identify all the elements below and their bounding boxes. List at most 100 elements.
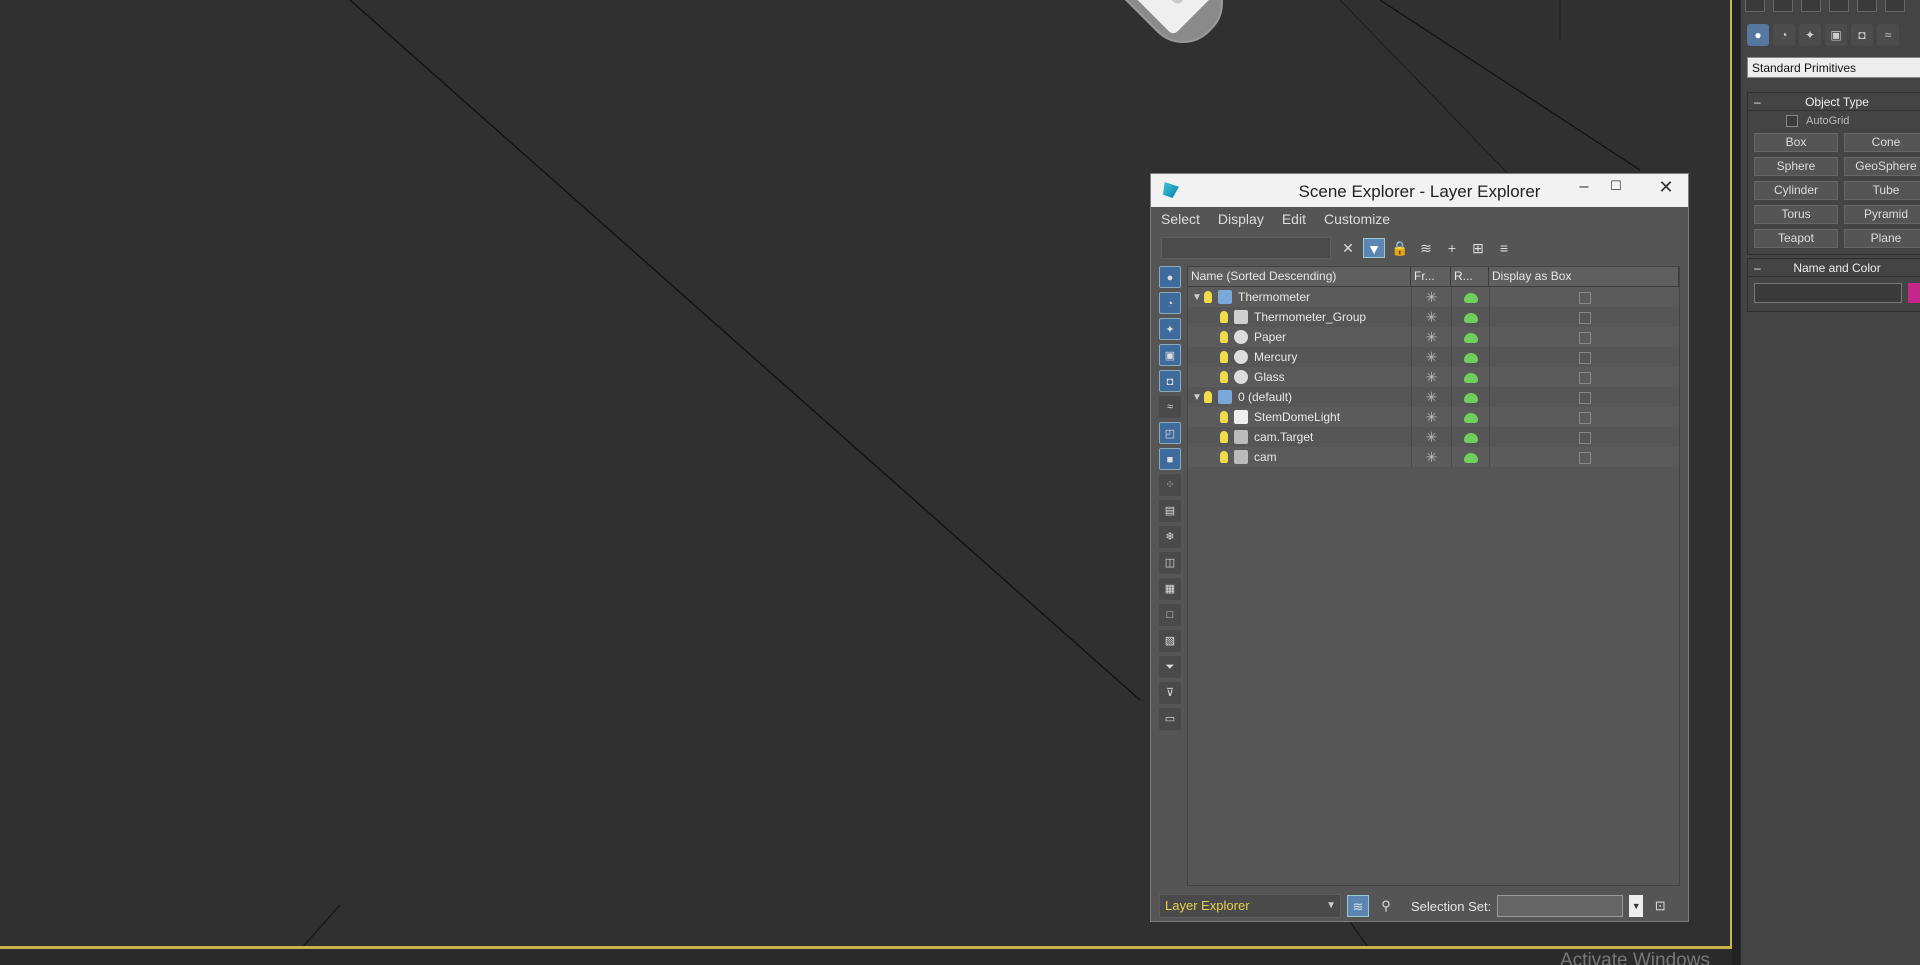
primitive-type-dropdown[interactable]: Standard Primitives bbox=[1747, 57, 1920, 78]
title-bar[interactable]: Scene Explorer - Layer Explorer – ☐ ✕ bbox=[1151, 174, 1688, 207]
display-as-box-icon[interactable] bbox=[1578, 411, 1591, 424]
make-active-layer-icon[interactable]: ⊞ bbox=[1467, 238, 1489, 258]
menu-select[interactable]: Select bbox=[1161, 211, 1200, 227]
freeze-toggle-icon[interactable]: ✳ bbox=[1426, 409, 1438, 425]
hierarchy-tab-icon[interactable] bbox=[1801, 0, 1821, 12]
primitive-button-sphere[interactable]: Sphere bbox=[1754, 157, 1838, 176]
display-as-box-icon[interactable] bbox=[1578, 291, 1591, 304]
tree-row[interactable]: cam.Target ✳ bbox=[1188, 427, 1679, 447]
explorer-mode-dropdown[interactable]: Layer Explorer ▼ bbox=[1159, 894, 1341, 918]
expand-toggle-icon[interactable]: ▼ bbox=[1192, 392, 1204, 403]
display-containers-icon[interactable]: ▤ bbox=[1159, 500, 1181, 522]
renderable-teapot-icon[interactable] bbox=[1463, 312, 1478, 323]
display-as-box-icon[interactable] bbox=[1578, 451, 1591, 464]
freeze-toggle-icon[interactable]: ✳ bbox=[1426, 289, 1438, 305]
object-color-swatch[interactable] bbox=[1908, 283, 1920, 303]
tree-row[interactable]: Mercury ✳ bbox=[1188, 347, 1679, 367]
minimize-button[interactable]: – bbox=[1574, 178, 1594, 196]
hide-toggle-bulb-icon[interactable] bbox=[1220, 451, 1228, 463]
hide-toggle-bulb-icon[interactable] bbox=[1204, 291, 1212, 303]
shapes-icon[interactable]: ◔ bbox=[1773, 24, 1795, 46]
display-groups-icon[interactable]: ◰ bbox=[1159, 422, 1181, 444]
display-hidden-icon[interactable]: ◫ bbox=[1159, 552, 1181, 574]
display-as-box-icon[interactable] bbox=[1578, 331, 1591, 344]
menu-edit[interactable]: Edit bbox=[1282, 211, 1306, 227]
freeze-toggle-icon[interactable]: ✳ bbox=[1426, 329, 1438, 345]
geometry-icon[interactable]: ● bbox=[1747, 24, 1769, 46]
hide-toggle-bulb-icon[interactable] bbox=[1220, 351, 1228, 363]
sort-by-layer-icon[interactable]: ≋ bbox=[1347, 895, 1369, 917]
freeze-toggle-icon[interactable]: ✳ bbox=[1426, 309, 1438, 325]
primitive-button-cylinder[interactable]: Cylinder bbox=[1754, 181, 1838, 200]
tree-row[interactable]: ▼ 0 (default) ✳ bbox=[1188, 387, 1679, 407]
column-frozen[interactable]: Fr... bbox=[1411, 267, 1451, 286]
utilities-tab-icon[interactable] bbox=[1885, 0, 1905, 12]
modify-tab-icon[interactable] bbox=[1773, 0, 1793, 12]
display-as-box-icon[interactable] bbox=[1578, 391, 1591, 404]
add-to-layer-icon[interactable]: + bbox=[1441, 238, 1463, 258]
primitive-button-torus[interactable]: Torus bbox=[1754, 205, 1838, 224]
display-as-box-icon[interactable] bbox=[1578, 431, 1591, 444]
hide-toggle-bulb-icon[interactable] bbox=[1220, 331, 1228, 343]
selection-set-dropdown-arrow[interactable]: ▼ bbox=[1629, 895, 1644, 917]
renderable-teapot-icon[interactable] bbox=[1463, 452, 1478, 463]
select-all-icon[interactable]: ▦ bbox=[1159, 578, 1181, 600]
name-color-header[interactable]: – Name and Color bbox=[1748, 259, 1920, 277]
close-button[interactable]: ✕ bbox=[1644, 174, 1688, 200]
column-display-as-box[interactable]: Display as Box bbox=[1489, 267, 1679, 286]
select-none-icon[interactable]: □ bbox=[1159, 604, 1181, 626]
selection-set-input[interactable] bbox=[1497, 895, 1624, 917]
create-tab-icon[interactable] bbox=[1745, 0, 1765, 12]
select-invert-icon[interactable]: ▧ bbox=[1159, 630, 1181, 652]
hide-toggle-bulb-icon[interactable] bbox=[1220, 371, 1228, 383]
primitive-button-cone[interactable]: Cone bbox=[1844, 133, 1920, 152]
renderable-teapot-icon[interactable] bbox=[1463, 392, 1478, 403]
display-as-box-icon[interactable] bbox=[1578, 351, 1591, 364]
cameras-icon[interactable]: ▣ bbox=[1825, 24, 1847, 46]
display-as-box-icon[interactable] bbox=[1578, 311, 1591, 324]
motion-tab-icon[interactable] bbox=[1829, 0, 1849, 12]
display-spacewarps-icon[interactable]: ≈ bbox=[1159, 396, 1181, 418]
tree-row[interactable]: Glass ✳ bbox=[1188, 367, 1679, 387]
filter-icon[interactable]: ⏷ bbox=[1159, 656, 1181, 678]
primitive-button-teapot[interactable]: Teapot bbox=[1754, 229, 1838, 248]
helpers-icon[interactable]: ◘ bbox=[1851, 24, 1873, 46]
tree-row[interactable]: StemDomeLight ✳ bbox=[1188, 407, 1679, 427]
display-geometry-icon[interactable]: ● bbox=[1159, 266, 1181, 288]
display-cameras-icon[interactable]: ▣ bbox=[1159, 344, 1181, 366]
primitive-button-tube[interactable]: Tube bbox=[1844, 181, 1920, 200]
display-xrefs-icon[interactable]: ■ bbox=[1159, 448, 1181, 470]
primitive-button-box[interactable]: Box bbox=[1754, 133, 1838, 152]
display-tab-icon[interactable] bbox=[1857, 0, 1877, 12]
display-as-box-icon[interactable] bbox=[1578, 371, 1591, 384]
menu-customize[interactable]: Customize bbox=[1324, 211, 1390, 227]
column-name[interactable]: Name (Sorted Descending) bbox=[1188, 267, 1411, 286]
renderable-teapot-icon[interactable] bbox=[1463, 372, 1478, 383]
primitive-button-pyramid[interactable]: Pyramid bbox=[1844, 205, 1920, 224]
maximize-button[interactable]: ☐ bbox=[1606, 178, 1626, 194]
freeze-toggle-icon[interactable]: ✳ bbox=[1426, 449, 1438, 465]
display-lights-icon[interactable]: ✦ bbox=[1159, 318, 1181, 340]
renderable-teapot-icon[interactable] bbox=[1463, 412, 1478, 423]
display-shapes-icon[interactable]: ◔ bbox=[1159, 292, 1181, 314]
hide-toggle-bulb-icon[interactable] bbox=[1220, 431, 1228, 443]
display-helpers-icon[interactable]: ◘ bbox=[1159, 370, 1181, 392]
expand-toggle-icon[interactable]: ▼ bbox=[1192, 292, 1204, 303]
layer-options-icon[interactable]: ≡ bbox=[1493, 238, 1515, 258]
renderable-teapot-icon[interactable] bbox=[1463, 292, 1478, 303]
filter-options-icon[interactable]: ⊽ bbox=[1159, 682, 1181, 704]
search-input[interactable] bbox=[1161, 237, 1331, 259]
object-name-input[interactable] bbox=[1754, 283, 1902, 303]
collapse-all-icon[interactable]: ▭ bbox=[1159, 708, 1181, 730]
display-frozen-icon[interactable]: ❄ bbox=[1159, 526, 1181, 548]
lights-icon[interactable]: ✦ bbox=[1799, 24, 1821, 46]
hide-toggle-bulb-icon[interactable] bbox=[1220, 411, 1228, 423]
tree-row[interactable]: cam ✳ bbox=[1188, 447, 1679, 467]
column-renderable[interactable]: R... bbox=[1451, 267, 1489, 286]
primitive-button-plane[interactable]: Plane bbox=[1844, 229, 1920, 248]
autogrid-checkbox[interactable] bbox=[1786, 115, 1798, 127]
freeze-toggle-icon[interactable]: ✳ bbox=[1426, 429, 1438, 445]
lock-icon[interactable]: 🔒 bbox=[1389, 238, 1411, 258]
primitive-button-geosphere[interactable]: GeoSphere bbox=[1844, 157, 1920, 176]
manage-selection-sets-icon[interactable]: ⊡ bbox=[1649, 895, 1671, 917]
